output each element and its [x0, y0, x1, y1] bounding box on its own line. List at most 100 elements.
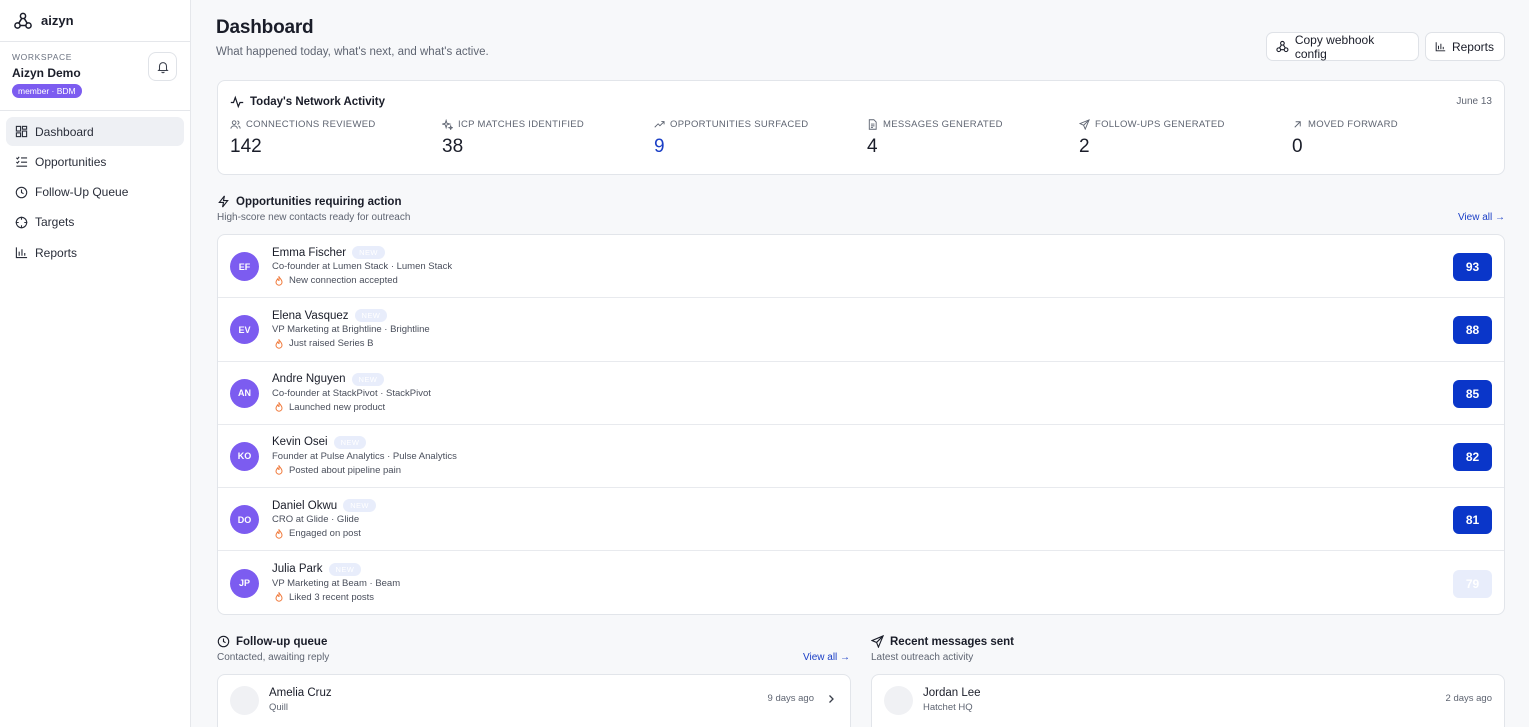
sidebar-item-label: Follow-Up Queue	[35, 185, 129, 200]
opportunities-view-all-link[interactable]: View all →	[1458, 212, 1505, 223]
contact-name: Julia Park	[272, 563, 323, 575]
opportunity-row[interactable]: AN Andre Nguyen NEW Co-founder at StackPi…	[218, 362, 1504, 425]
stat-label: CONNECTIONS REVIEWED	[246, 119, 376, 130]
avatar: JP	[230, 568, 259, 598]
messages-title-text: Recent messages sent	[890, 635, 1015, 648]
stat-opportunities-surfaced: OPPORTUNITIES SURFACED 9	[654, 119, 808, 158]
signal-text: Just raised Series B	[289, 338, 374, 350]
avatar	[230, 686, 259, 715]
stat-label: OPPORTUNITIES SURFACED	[670, 119, 809, 130]
opportunity-row[interactable]: EF Emma Fischer NEW Co-founder at Lumen S…	[218, 235, 1504, 299]
new-badge: NEW	[352, 246, 385, 259]
contact-name: Daniel Okwu	[272, 499, 338, 512]
contact-name: Amelia Cruz	[269, 687, 332, 699]
role-badge: member · BDM	[12, 84, 82, 98]
stat-value: 142	[230, 136, 262, 157]
contact-role: VP Marketing at Brightline · Brightline	[272, 324, 430, 336]
main-content: Dashboard What happened today, what's ne…	[191, 0, 1529, 727]
followup-view-all-link[interactable]: View all →	[803, 652, 850, 663]
sparkles-icon	[442, 119, 453, 130]
elapsed-time: 9 days ago	[767, 693, 814, 704]
new-badge: NEW	[351, 372, 385, 386]
arrow-up-right-icon	[1294, 121, 1301, 128]
stat-follow-ups-generated: FOLLOW-UPS GENERATED 2	[1079, 119, 1225, 158]
opportunity-row[interactable]: DO Daniel Okwu NEW CRO at Glide · Glide E…	[218, 488, 1504, 552]
contact-company: Quill	[269, 702, 289, 713]
sidebar-item-label: Reports	[35, 245, 78, 260]
stat-label: MOVED FORWARD	[1308, 119, 1398, 130]
trending-up-icon	[654, 121, 665, 128]
opportunity-row[interactable]: JP Julia Park NEW VP Marketing at Beam · …	[218, 552, 1504, 615]
new-badge: NEW	[333, 435, 367, 449]
contact-name: Andre Nguyen	[272, 373, 346, 386]
checklist-icon	[15, 156, 28, 167]
contact-role: CRO at Glide · Glide	[272, 514, 360, 526]
bar-chart-icon	[1435, 42, 1446, 52]
stat-connections-reviewed: CONNECTIONS REVIEWED 142	[230, 119, 376, 158]
avatar: DO	[230, 505, 259, 535]
score-badge: 88	[1453, 316, 1492, 345]
copy-webhook-config-label: Copy webhook config	[1294, 32, 1375, 61]
aizyn-logo-icon	[14, 12, 32, 29]
score-badge: 81	[1453, 506, 1492, 535]
bell-icon	[156, 61, 169, 73]
contact-role: Co-founder at Lumen Stack · Lumen Stack	[272, 261, 453, 272]
signal-text: Liked 3 recent posts	[289, 591, 375, 603]
stat-moved-forward: MOVED FORWARD 0	[1292, 119, 1398, 158]
signal-text: Posted about pipeline pain	[289, 464, 401, 476]
followup-title-text: Follow-up queue	[236, 635, 328, 648]
contact-role: Founder at Pulse Analytics · Pulse Analy…	[272, 450, 457, 462]
sidebar-item-label: Targets	[35, 215, 75, 230]
contact-name: Elena Vasquez	[272, 309, 349, 322]
stat-icp-matches: ICP MATCHES IDENTIFIED 38	[442, 119, 584, 158]
network-activity-card: Today's Network Activity June 13 CONNECT…	[217, 80, 1505, 175]
avatar: EV	[230, 315, 259, 345]
messages-subtitle: Latest outreach activity	[871, 652, 974, 663]
stat-value: 38	[442, 136, 464, 157]
activity-pulse-icon	[230, 95, 244, 109]
flame-icon	[275, 465, 283, 476]
bar-chart-icon	[15, 247, 28, 259]
contact-role: VP Marketing at Beam · Beam	[272, 577, 401, 589]
new-badge: NEW	[328, 562, 362, 576]
stat-label: ICP MATCHES IDENTIFIED	[458, 119, 585, 130]
opportunities-section-title: Opportunities requiring action	[217, 195, 401, 208]
sidebar-item-dashboard[interactable]: Dashboard	[6, 117, 184, 146]
copy-webhook-config-button[interactable]: Copy webhook config	[1266, 32, 1419, 61]
messages-card: Jordan Lee Hatchet HQ 2 days ago	[871, 674, 1505, 727]
document-icon	[868, 119, 877, 130]
opportunity-row[interactable]: EV Elena Vasquez NEW VP Marketing at Brig…	[218, 298, 1504, 362]
reports-button[interactable]: Reports	[1425, 32, 1505, 61]
followup-card: Amelia Cruz Quill 9 days ago	[217, 674, 851, 727]
sidebar-item-reports[interactable]: Reports	[6, 238, 184, 267]
notifications-button[interactable]	[148, 52, 177, 81]
signal-text: New connection accepted	[289, 275, 398, 286]
opportunities-title-text: Opportunities requiring action	[236, 195, 402, 208]
contact-name: Emma Fischer	[272, 246, 347, 259]
webhook-icon	[1276, 40, 1289, 53]
flame-icon	[275, 338, 283, 349]
flame-icon	[275, 592, 283, 602]
page-title: Dashboard	[216, 17, 314, 38]
sidebar-nav: Dashboard Opportunities Follow-Up Queue …	[0, 111, 190, 274]
page-subtitle: What happened today, what's next, and wh…	[216, 46, 489, 58]
stat-value: 2	[1079, 136, 1090, 157]
stat-value: 0	[1292, 136, 1303, 157]
signal-text: Launched new product	[289, 401, 386, 413]
brand[interactable]: aizyn	[0, 0, 190, 42]
sidebar-item-follow-up-queue[interactable]: Follow-Up Queue	[6, 178, 184, 207]
opportunity-row[interactable]: KO Kevin Osei NEW Founder at Pulse Analyt…	[218, 425, 1504, 489]
chevron-right-icon	[829, 695, 834, 703]
brand-name: aizyn	[41, 13, 74, 28]
score-badge: 82	[1453, 442, 1492, 471]
elapsed-time: 2 days ago	[1445, 693, 1492, 704]
stat-messages-generated: MESSAGES GENERATED 4	[867, 119, 1003, 158]
followup-subtitle: Contacted, awaiting reply	[217, 652, 330, 663]
stat-value: 4	[867, 136, 878, 157]
sidebar-item-targets[interactable]: Targets	[6, 208, 184, 237]
crosshair-icon	[15, 216, 28, 229]
stat-value: 9	[654, 136, 665, 157]
score-badge: 93	[1453, 253, 1492, 281]
sidebar-item-opportunities[interactable]: Opportunities	[6, 147, 184, 176]
sidebar-item-label: Opportunities	[35, 154, 107, 169]
